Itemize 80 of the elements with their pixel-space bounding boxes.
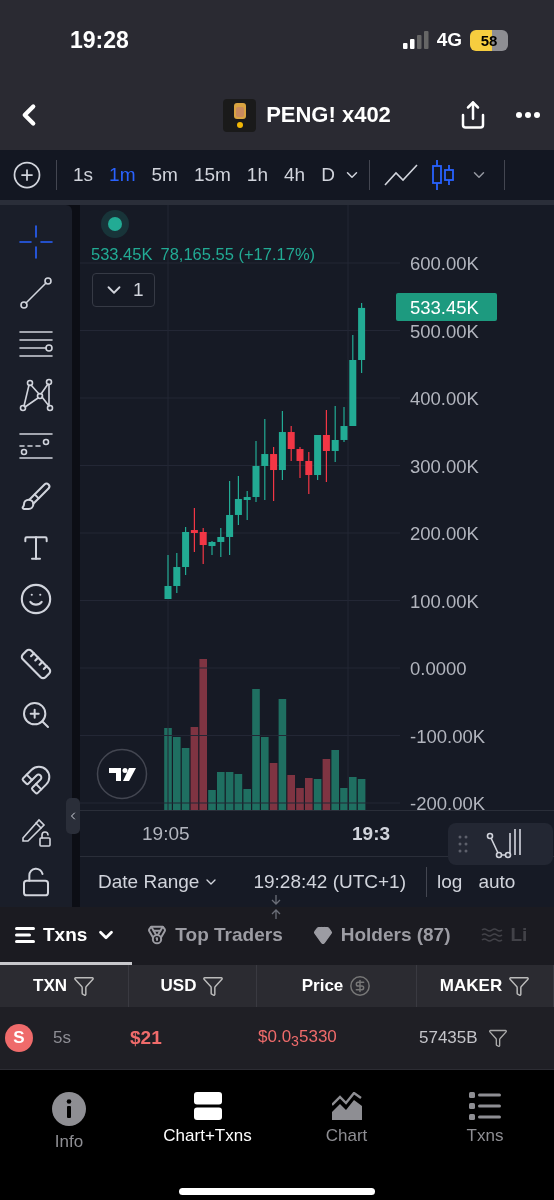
nav-tab[interactable]: Chart — [277, 1092, 416, 1152]
interval-button[interactable]: 1s — [65, 164, 102, 186]
magnet-icon — [20, 763, 52, 796]
price-axis-label: 300.00K — [410, 455, 479, 477]
smiley-icon — [19, 581, 53, 616]
column-label: USD — [160, 976, 197, 996]
signal-icon — [402, 31, 429, 49]
price-axis-label: 0.0000 — [410, 658, 467, 679]
sell-badge: S — [5, 1024, 33, 1052]
price-axis-label: 200.00K — [410, 523, 479, 544]
interval-button[interactable]: 5m — [143, 164, 186, 186]
candlestick-icon — [429, 159, 456, 191]
last-price-label: 533.45K — [396, 293, 497, 321]
interval-button[interactable]: 1h — [238, 164, 276, 186]
collapse-sidebar-button[interactable] — [66, 798, 80, 834]
legend-price: 533.45K — [91, 245, 153, 264]
log-scale-button[interactable]: log — [437, 871, 463, 893]
age-cell: 5s — [53, 1028, 71, 1048]
filter-icon[interactable] — [73, 975, 95, 997]
list-icon — [15, 926, 35, 943]
more-icon — [516, 112, 540, 118]
pattern-nodes-icon — [18, 377, 54, 412]
list-icon — [469, 1092, 501, 1120]
price-axis-label: 400.00K — [410, 388, 479, 409]
fork-lines-icon[interactable] — [486, 827, 522, 861]
column-label: MAKER — [439, 976, 503, 996]
filter-icon[interactable] — [202, 975, 225, 997]
price-axis-label: 100.00K — [410, 590, 479, 612]
price-axis-label: -100.00K — [410, 725, 486, 747]
tab[interactable]: Holders (87) — [297, 907, 466, 965]
crosshair-icon — [18, 223, 54, 260]
price-axis-label: -200.00K — [410, 793, 486, 810]
dollar-icon[interactable] — [349, 975, 372, 997]
nav-tab[interactable]: Chart+Txns — [138, 1092, 277, 1152]
nav-tab[interactable]: Txns — [416, 1092, 554, 1152]
interval-button[interactable]: 15m — [185, 164, 239, 186]
drag-handle-icon — [458, 835, 468, 853]
unlock-icon — [20, 865, 52, 898]
status-dot — [108, 217, 122, 231]
medal-icon — [147, 924, 168, 945]
tab[interactable]: Top Traders — [132, 907, 298, 965]
date-range-button[interactable]: Date Range — [98, 871, 220, 893]
status-time: 19:28 — [70, 26, 129, 54]
token-title: PENG! x402 — [266, 102, 391, 128]
parallel-lines-icon — [18, 328, 54, 359]
brush-icon — [20, 480, 52, 513]
area-chart-icon — [331, 1092, 362, 1120]
line-chart-icon — [383, 163, 418, 187]
price-axis-label: 600.00K — [410, 253, 479, 274]
battery-indicator: 58 — [470, 29, 508, 51]
column-label: TXN — [33, 976, 67, 996]
token-logo — [223, 98, 257, 132]
info-icon — [52, 1092, 86, 1126]
price-axis-label: 500.00K — [410, 320, 479, 342]
usd-cell: $21 — [130, 1027, 162, 1049]
time-axis-label: 19:3 — [352, 823, 391, 845]
legend-change: 78,165.55 (+17.17%) — [160, 245, 316, 264]
maker-cell: 57435B — [419, 1028, 478, 1048]
filter-icon[interactable] — [487, 1028, 508, 1048]
time-axis-label: 19:05 — [142, 823, 190, 845]
more-button[interactable] — [516, 112, 540, 118]
nav-tab[interactable]: Info — [0, 1092, 138, 1152]
collapse-legend-button[interactable]: 1 — [92, 273, 155, 307]
ruler-icon — [19, 646, 53, 681]
chart-logo-icon — [96, 748, 148, 800]
resize-handle-icon[interactable] — [270, 895, 282, 919]
interval-button[interactable]: 1m — [101, 164, 144, 186]
split-view-icon — [193, 1092, 222, 1120]
diamond-icon — [312, 924, 333, 945]
price-cell: $0.0$_{3}$5330 — [258, 1026, 337, 1050]
column-label: Price — [301, 976, 344, 996]
trend-line-icon — [19, 275, 53, 310]
network-label: 4G — [436, 29, 462, 51]
interval-button[interactable]: D — [313, 164, 343, 186]
auto-scale-button[interactable]: auto — [478, 871, 516, 893]
interval-button[interactable]: 4h — [276, 164, 314, 186]
chart-timestamp: 19:28:42 (UTC+1) — [253, 871, 406, 893]
plus-icon — [12, 160, 42, 190]
filter-icon[interactable] — [508, 975, 531, 997]
waves-icon — [480, 927, 503, 942]
